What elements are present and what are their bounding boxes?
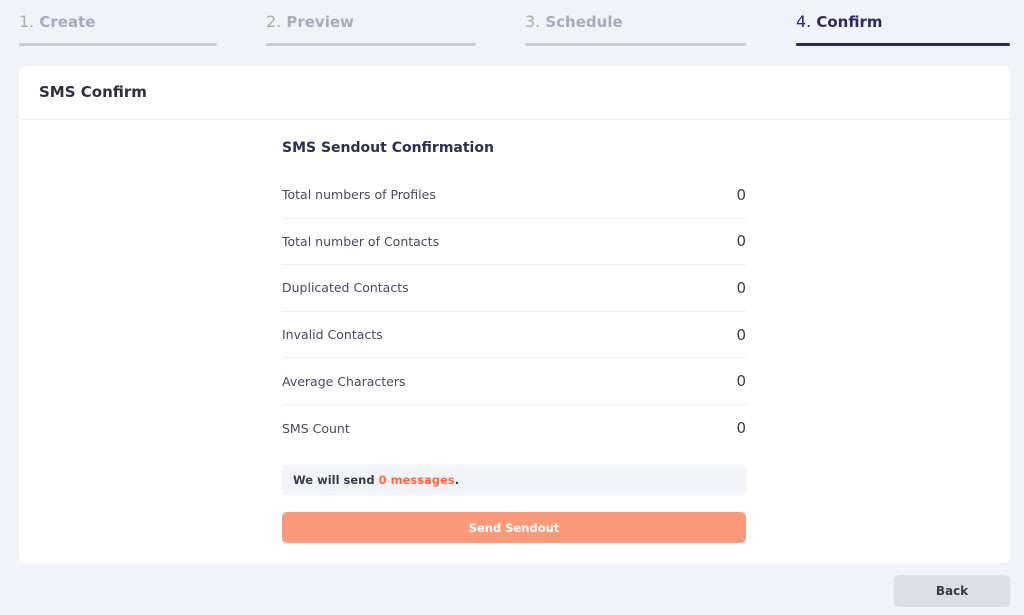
summary-label: Duplicated Contacts — [282, 280, 409, 296]
step-label: Confirm — [816, 13, 883, 31]
summary-row: Invalid Contacts 0 — [282, 312, 746, 359]
step-schedule[interactable]: 3. Schedule — [525, 12, 746, 46]
card-title: SMS Confirm — [39, 83, 147, 101]
summary-value: 0 — [736, 232, 746, 251]
notice-prefix: We will send — [293, 473, 379, 487]
step-number: 3. — [525, 12, 541, 31]
confirmation-title: SMS Sendout Confirmation — [282, 140, 494, 156]
step-progress-bar — [266, 43, 476, 46]
summary-label: Total number of Contacts — [282, 233, 440, 249]
card-header: SMS Confirm — [19, 66, 1010, 120]
step-number: 1. — [19, 12, 35, 31]
summary-label: Invalid Contacts — [282, 327, 383, 343]
summary-row: SMS Count 0 — [282, 405, 746, 452]
send-sendout-button[interactable]: Send Sendout — [282, 512, 746, 543]
summary-row: Duplicated Contacts 0 — [282, 265, 746, 312]
send-notice: We will send 0 messages. — [282, 465, 746, 495]
summary-row: Average Characters 0 — [282, 358, 746, 405]
step-progress-bar — [796, 43, 1010, 46]
summary-row: Total numbers of Profiles 0 — [282, 172, 746, 219]
sms-confirm-card: SMS Confirm SMS Sendout Confirmation Tot… — [19, 66, 1010, 563]
notice-message-count: 0 messages — [378, 473, 455, 487]
summary-value: 0 — [736, 419, 746, 438]
summary-value: 0 — [736, 325, 746, 344]
step-preview[interactable]: 2. Preview — [266, 12, 476, 46]
back-button[interactable]: Back — [894, 575, 1010, 607]
confirmation-panel: SMS Sendout Confirmation Total numbers o… — [282, 140, 746, 452]
summary-label: Average Characters — [282, 373, 406, 389]
summary-row: Total number of Contacts 0 — [282, 219, 746, 266]
step-confirm[interactable]: 4. Confirm — [796, 12, 1010, 46]
summary-value: 0 — [736, 185, 746, 204]
step-progress-bar — [19, 43, 217, 46]
step-label: Create — [39, 13, 96, 31]
stepper: 1. Create 2. Preview 3. Schedule 4. Conf… — [0, 0, 1024, 50]
step-label: Preview — [286, 13, 354, 31]
step-number: 4. — [796, 12, 812, 31]
step-label: Schedule — [545, 13, 623, 31]
summary-label: SMS Count — [282, 420, 350, 436]
step-progress-bar — [525, 43, 746, 46]
summary-value: 0 — [736, 278, 746, 297]
step-number: 2. — [266, 12, 282, 31]
summary-label: Total numbers of Profiles — [282, 187, 436, 203]
summary-value: 0 — [736, 372, 746, 391]
step-create[interactable]: 1. Create — [19, 12, 217, 46]
notice-suffix: . — [454, 473, 460, 487]
